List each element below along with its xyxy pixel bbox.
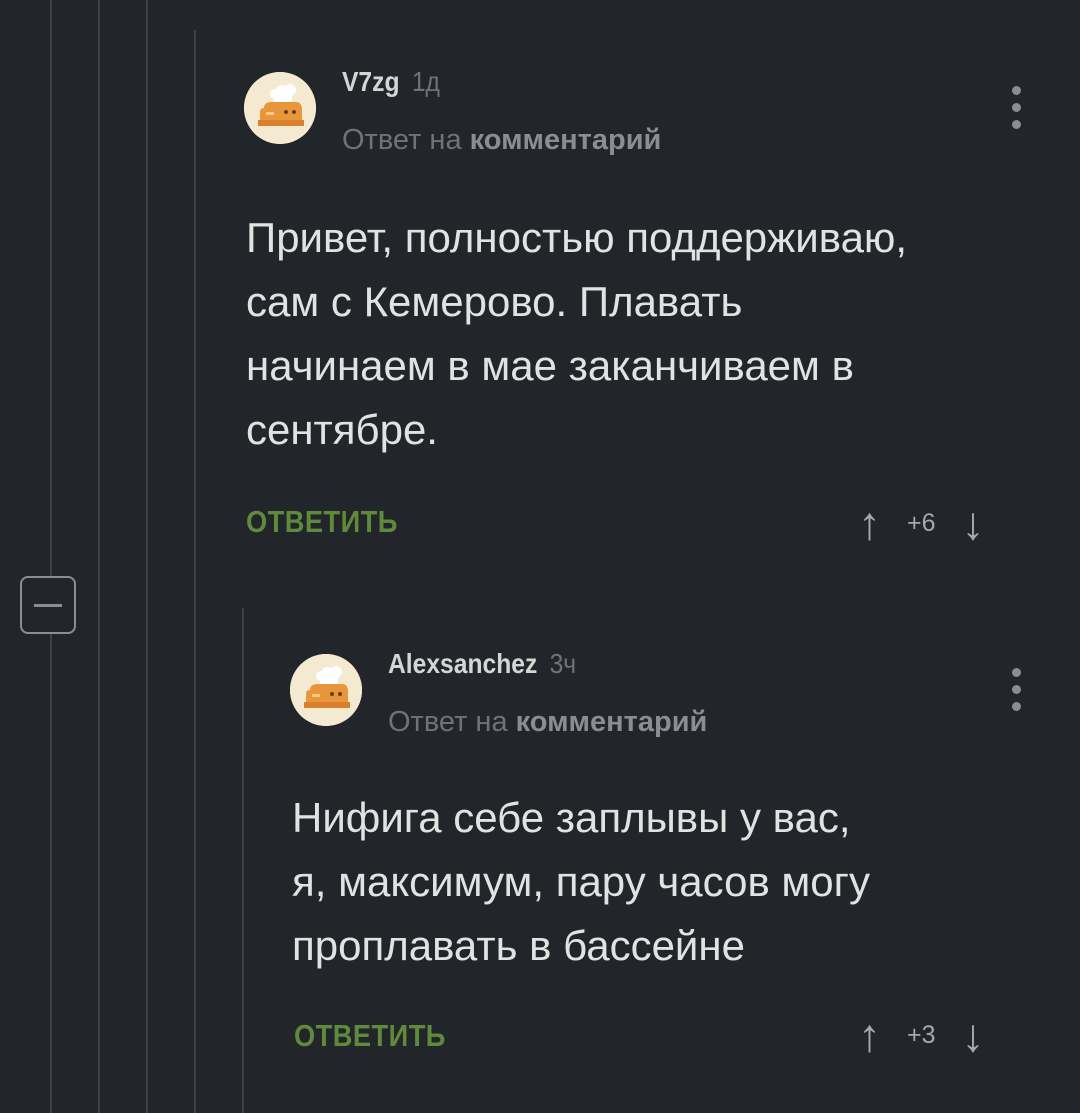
avatar[interactable] xyxy=(244,72,316,144)
reply-to-prefix: Ответ на xyxy=(388,706,508,738)
more-options-icon[interactable] xyxy=(1012,668,1022,719)
reply-button[interactable]: ОТВЕТИТЬ xyxy=(294,1018,446,1054)
comment-author[interactable]: V7zg 1д xyxy=(342,66,440,98)
comment-body: Нифига себе заплывы у вас, я, максимум, … xyxy=(292,794,870,969)
thread-line xyxy=(242,608,244,1113)
comment-score: +6 xyxy=(907,508,936,537)
author-name[interactable]: Alexsanchez xyxy=(388,648,537,679)
reply-to-link[interactable]: комментарий xyxy=(470,124,662,156)
upvote-icon[interactable]: ↑ xyxy=(858,500,881,546)
thread-line xyxy=(50,0,52,1113)
reply-button[interactable]: ОТВЕТИТЬ xyxy=(246,504,398,540)
reply-to-label: Ответ на комментарий xyxy=(342,124,661,157)
author-name[interactable]: V7zg xyxy=(342,66,400,97)
chef-avatar-icon xyxy=(290,654,362,726)
chef-avatar-icon xyxy=(244,72,316,144)
comment-time: 1д xyxy=(411,66,440,97)
reply-to-link[interactable]: комментарий xyxy=(516,706,708,738)
downvote-icon[interactable]: ↓ xyxy=(962,500,985,546)
reply-to-prefix: Ответ на xyxy=(342,124,462,156)
vote-controls: ↑ +3 ↓ xyxy=(858,1012,985,1058)
comment-score: +3 xyxy=(907,1020,936,1049)
downvote-icon[interactable]: ↓ xyxy=(962,1012,985,1058)
comment-time: 3ч xyxy=(549,648,577,679)
thread-line xyxy=(98,0,100,1113)
more-options-icon[interactable] xyxy=(1012,86,1022,137)
avatar[interactable] xyxy=(290,654,362,726)
comment-author[interactable]: Alexsanchez 3ч xyxy=(388,648,576,680)
vote-controls: ↑ +6 ↓ xyxy=(858,500,985,546)
thread-line xyxy=(194,30,196,1113)
comment-body: Привет, полностью поддерживаю, сам с Кем… xyxy=(246,214,908,453)
upvote-icon[interactable]: ↑ xyxy=(858,1012,881,1058)
reply-to-label: Ответ на комментарий xyxy=(388,706,707,739)
thread-line xyxy=(146,0,148,1113)
collapse-thread-button[interactable] xyxy=(20,576,76,634)
